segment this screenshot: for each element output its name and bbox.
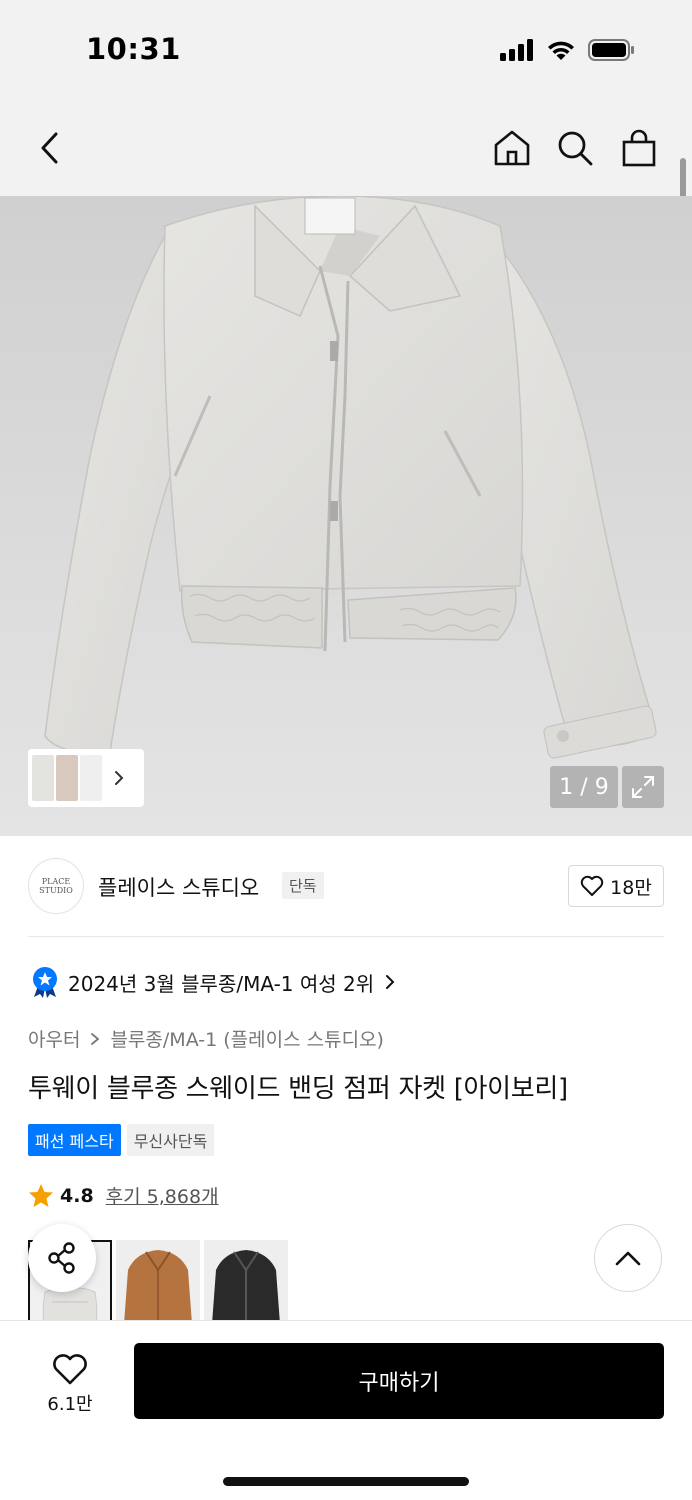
ranking-link[interactable]: 2024년 3월 블루종/MA-1 여성 2위 <box>30 966 398 998</box>
image-counter: 1 / 9 <box>550 766 618 808</box>
product-badges: 패션 페스타 무신사단독 <box>28 1124 215 1156</box>
signal-icon <box>500 39 533 61</box>
search-button[interactable] <box>553 126 597 170</box>
thumbnail-ivory <box>32 755 54 801</box>
buy-button[interactable]: 구매하기 <box>134 1343 664 1419</box>
heart-icon <box>53 1354 87 1385</box>
status-icons <box>500 38 636 62</box>
share-button[interactable] <box>28 1224 96 1292</box>
gallery-thumbnail-strip[interactable] <box>28 749 144 807</box>
product-title: 투웨이 블루종 스웨이드 밴딩 점퍼 자켓 [아이보리] <box>28 1074 568 1104</box>
status-time: 10:31 <box>86 32 181 66</box>
fashion-festa-badge: 패션 페스타 <box>28 1124 121 1156</box>
ranking-medal-icon <box>33 967 57 998</box>
scroll-top-button[interactable] <box>594 1224 662 1292</box>
chevron-right-icon <box>115 771 124 785</box>
brand-name[interactable]: 플레이스 스튜디오 <box>98 872 259 902</box>
back-button[interactable] <box>28 126 72 170</box>
reviews-link[interactable]: 후기 5,868개 <box>106 1182 219 1209</box>
battery-icon <box>588 39 634 61</box>
exclusive-tag: 단독 <box>282 872 324 899</box>
brand-logo[interactable]: PLACE STUDIO <box>28 858 84 914</box>
breadcrumb-subcategory[interactable]: 블루종/MA-1 (플레이스 스튜디오) <box>110 1025 384 1052</box>
color-option-brown[interactable] <box>116 1240 200 1324</box>
chevron-right-icon <box>91 1032 100 1045</box>
bottom-action-bar: 6.1만 구매하기 <box>0 1320 692 1500</box>
home-indicator <box>223 1477 469 1486</box>
chevron-up-icon <box>615 1251 641 1266</box>
product-like-count: 6.1만 <box>47 1394 93 1415</box>
thumbnail-white <box>80 755 102 801</box>
nav-bar <box>0 100 692 196</box>
home-icon <box>494 130 530 166</box>
shopping-bag-icon <box>622 129 656 167</box>
breadcrumb: 아우터 블루종/MA-1 (플레이스 스튜디오) <box>28 1025 384 1052</box>
jacket-product-image <box>0 196 692 836</box>
ranking-text: 2024년 3월 블루종/MA-1 여성 2위 <box>68 971 375 996</box>
chevron-right-icon <box>386 975 395 989</box>
home-button[interactable] <box>490 126 534 170</box>
chevron-left-icon <box>41 132 58 164</box>
search-icon <box>558 131 593 166</box>
product-like-button[interactable]: 6.1만 <box>30 1345 110 1425</box>
exclusive-badge: 무신사단독 <box>126 1124 215 1156</box>
star-icon <box>29 1183 53 1207</box>
breadcrumb-category[interactable]: 아우터 <box>28 1025 80 1052</box>
cart-button[interactable] <box>617 126 661 170</box>
thumbnail-beige <box>56 755 78 801</box>
jacket-black-thumbnail <box>204 1240 288 1324</box>
expand-button[interactable] <box>622 766 664 808</box>
rating-value: 4.8 <box>60 1184 94 1207</box>
rating-row: 4.8 후기 5,868개 <box>28 1182 219 1209</box>
heart-icon <box>580 875 604 896</box>
brand-row: PLACE STUDIO 플레이스 스튜디오 단독 18만 <box>28 858 664 914</box>
share-icon <box>48 1242 75 1274</box>
brand-like-count: 18만 <box>610 876 652 899</box>
product-image-gallery[interactable]: 1 / 9 <box>0 196 692 836</box>
brand-like-button[interactable]: 18만 <box>568 865 664 907</box>
status-bar: 10:31 <box>0 0 692 100</box>
color-option-black[interactable] <box>204 1240 288 1324</box>
expand-icon <box>632 776 654 798</box>
divider <box>28 936 664 937</box>
wifi-icon <box>548 41 574 60</box>
jacket-brown-thumbnail <box>116 1240 200 1324</box>
